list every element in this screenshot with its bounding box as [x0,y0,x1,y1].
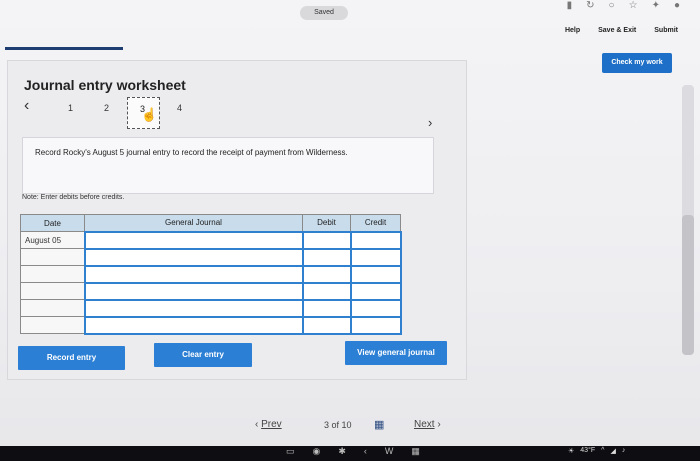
page-3-active[interactable]: 3 ☝ [127,97,160,129]
next-label: Next [414,419,435,430]
puzzle-icon: ✦ [651,0,660,11]
table-row [20,281,402,301]
view-general-journal-button[interactable]: View general journal [345,341,447,365]
top-links: Help Save & Exit Submit [565,27,678,34]
debit-input[interactable] [301,315,352,335]
credit-input[interactable] [349,247,402,267]
credit-input[interactable] [349,315,402,335]
grid-icon[interactable]: ▦ [374,418,384,431]
page-4[interactable]: 4 [177,103,182,113]
debit-input[interactable] [301,281,352,301]
system-icons: ▮ ↻ ○ ☆ ✦ ● [567,0,680,11]
table-row [20,298,402,318]
page-1[interactable]: 1 [68,103,73,113]
date-cell [20,316,85,334]
general-journal-input[interactable] [83,264,304,284]
table-row [20,315,402,335]
credit-input[interactable] [349,298,402,318]
date-cell [20,282,85,300]
app-icon[interactable]: ▭ [286,446,295,457]
network-icon: ◢ [610,448,616,455]
credit-input[interactable] [349,230,402,250]
note-text: Note: Enter debits before credits. [22,194,125,201]
general-journal-input[interactable] [83,281,304,301]
date-cell [20,299,85,317]
date-cell [20,248,85,266]
header-general-journal: General Journal [84,214,303,232]
circle-icon: ○ [608,0,615,11]
saved-indicator: Saved [300,6,348,20]
page-2[interactable]: 2 [104,103,109,113]
table-header-row: Date General Journal Debit Credit [20,214,401,232]
weather-icon: ☀ [568,448,575,455]
instruction-text: Record Rocky's August 5 journal entry to… [35,148,348,157]
chevron-up-icon[interactable]: ^ [601,447,604,455]
refresh-icon: ↻ [586,0,595,11]
header-date: Date [20,214,85,232]
prev-label: Prev [261,419,282,430]
record-entry-button[interactable]: Record entry [18,346,125,370]
credit-input[interactable] [349,281,402,301]
debit-input[interactable] [301,247,352,267]
hand-pointer-icon: ☝ [141,107,158,122]
progress-rule [5,47,123,50]
taskbar-icons: ▭ ◉ ✱ ‹ W ▦ [286,446,420,457]
app-icon[interactable]: ◉ [313,446,321,457]
journal-table: Date General Journal Debit Credit August… [20,214,402,335]
chevron-right-icon[interactable]: › [428,115,432,130]
speaker-icon: ♪ [621,447,626,454]
app-icon[interactable]: ▦ [411,446,420,457]
battery-icon: ▮ [566,0,573,11]
profile-icon: ● [673,0,680,11]
clear-entry-button[interactable]: Clear entry [154,343,252,367]
table-row: August 05 [20,230,402,250]
app-icon[interactable]: ✱ [338,446,346,457]
help-link[interactable]: Help [565,27,580,34]
worksheet-title: Journal entry worksheet [24,77,186,93]
instruction-box: Record Rocky's August 5 journal entry to… [22,137,434,194]
date-cell [20,265,85,283]
debit-input[interactable] [301,264,352,284]
scrollbar-thumb[interactable] [682,215,694,355]
app-icon[interactable]: ‹ [364,446,367,457]
table-row [20,247,402,267]
temperature: 43°F [580,447,596,454]
chevron-right-icon: › [434,419,441,430]
word-icon[interactable]: W [385,446,394,457]
prev-link[interactable]: ‹ Prev [255,419,282,430]
save-exit-link[interactable]: Save & Exit [598,27,636,34]
header-debit: Debit [302,214,351,232]
star-icon: ☆ [628,0,638,11]
next-link[interactable]: Next › [414,419,441,430]
debit-input[interactable] [301,298,352,318]
question-count: 3 of 10 [324,420,352,430]
header-credit: Credit [350,214,401,232]
general-journal-input[interactable] [83,247,304,267]
check-my-work-button[interactable]: Check my work [602,53,672,73]
debit-input[interactable] [301,230,352,250]
date-cell: August 05 [20,231,85,249]
table-row [20,264,402,284]
general-journal-input[interactable] [83,230,304,250]
system-tray: ☀ 43°F ^ ◢ ♪ [568,447,625,455]
credit-input[interactable] [349,264,402,284]
general-journal-input[interactable] [83,298,304,318]
submit-link[interactable]: Submit [654,27,678,34]
chevron-left-icon[interactable]: ‹ [24,97,29,115]
general-journal-input[interactable] [83,315,304,335]
